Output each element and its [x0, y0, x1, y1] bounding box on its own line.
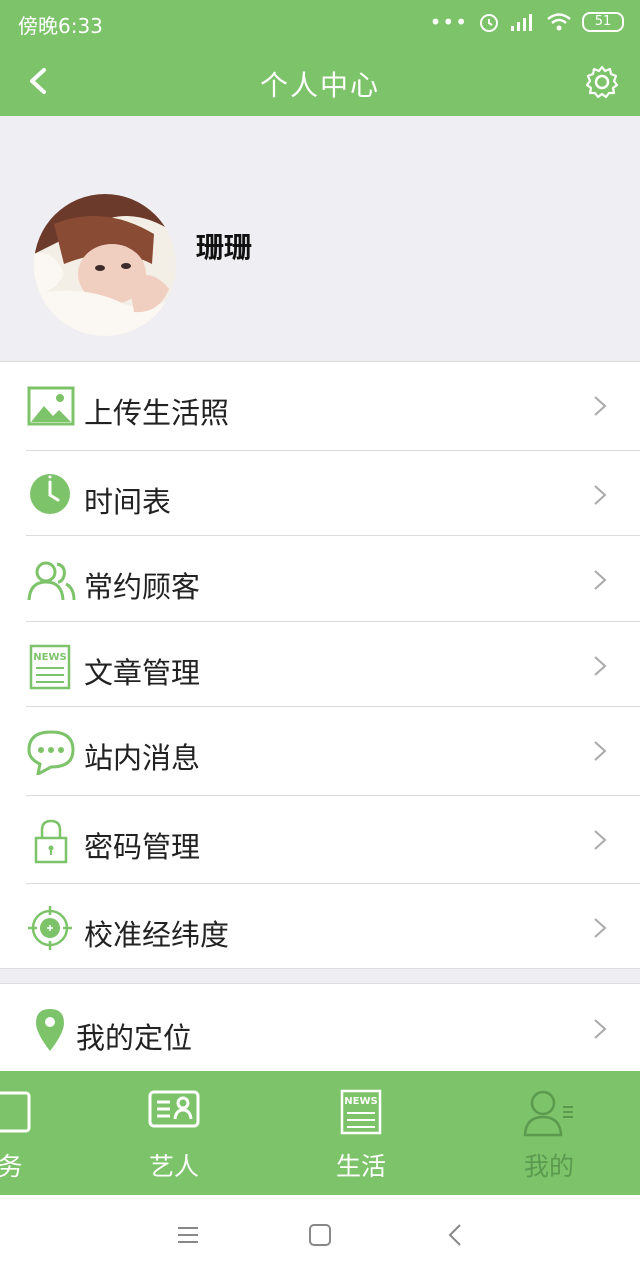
tab-service[interactable]: 务	[0, 1071, 70, 1195]
page-title: 个人中心	[259, 69, 380, 102]
bottom-tab-bar: 务 艺人 NEWS 生活 我的	[0, 1071, 640, 1195]
svg-text:NEWS: NEWS	[33, 652, 66, 663]
news-icon: NEWS	[340, 1089, 382, 1135]
alarm-icon	[480, 14, 498, 32]
target-icon	[28, 906, 72, 950]
wifi-icon	[547, 13, 571, 31]
tab-label: 我的	[523, 1152, 574, 1181]
menu-item-label: 时间表	[84, 485, 172, 519]
chevron-right-icon	[594, 1019, 607, 1039]
system-nav-bar	[0, 1195, 640, 1280]
menu-item-label: 上传生活照	[84, 396, 230, 430]
menu-item-regular-customers[interactable]: 常约顾客	[0, 536, 640, 622]
news-icon: NEWS	[29, 644, 71, 690]
lock-icon	[34, 819, 68, 864]
chevron-right-icon	[594, 485, 607, 505]
signal-icon	[511, 14, 532, 31]
menu-item-label: 我的定位	[76, 1021, 193, 1055]
menu-list: 上传生活照 时间表 常约顾客 NEWS 文章管理 站内消息 密码管理 校准经纬度	[0, 362, 640, 968]
svg-text:NEWS: NEWS	[344, 1096, 377, 1107]
clock-icon	[30, 474, 70, 514]
menu-item-label: 站内消息	[84, 741, 201, 775]
menu-item-schedule[interactable]: 时间表	[0, 451, 640, 536]
menu-item-label: 常约顾客	[84, 570, 201, 604]
section-gap	[0, 968, 640, 984]
avatar[interactable]	[34, 194, 176, 336]
tab-label: 生活	[335, 1152, 386, 1181]
chevron-right-icon	[594, 830, 607, 850]
menu-item-article-management[interactable]: NEWS 文章管理	[0, 622, 640, 707]
tab-mine[interactable]: 我的	[489, 1071, 609, 1195]
username: 珊珊	[196, 231, 253, 264]
tab-label: 艺人	[148, 1152, 199, 1181]
chevron-right-icon	[594, 918, 607, 938]
avatar-image	[34, 194, 176, 336]
tab-life[interactable]: NEWS 生活	[301, 1071, 421, 1195]
menu-item-label: 校准经纬度	[84, 918, 230, 952]
status-icons: ••• 51	[430, 10, 624, 34]
menu-icon[interactable]	[176, 1223, 200, 1247]
more-dots-icon: •••	[429, 10, 468, 34]
menu-item-messages[interactable]: 站内消息	[0, 707, 640, 796]
home-icon[interactable]	[308, 1223, 332, 1247]
menu-item-upload-photo[interactable]: 上传生活照	[0, 362, 640, 451]
artist-card-icon	[148, 1090, 200, 1128]
gear-icon[interactable]	[584, 64, 620, 100]
users-icon	[27, 561, 76, 601]
menu-item-calibrate-coordinates[interactable]: 校准经纬度	[0, 884, 640, 968]
menu-item-label: 文章管理	[84, 656, 201, 690]
chevron-right-icon	[594, 656, 607, 676]
status-time: 傍晚6:33	[18, 14, 103, 38]
status-bar: 傍晚6:33 ••• 51	[0, 0, 640, 46]
profile-header: 珊珊	[0, 116, 640, 362]
battery-indicator: 51	[582, 12, 624, 32]
chat-bubble-icon	[27, 730, 75, 775]
tab-label: 务	[0, 1152, 23, 1181]
nav-bar: 个人中心	[0, 46, 640, 116]
tab-artists[interactable]: 艺人	[114, 1071, 234, 1195]
profile-icon	[523, 1090, 573, 1137]
service-icon	[0, 1091, 31, 1133]
picture-icon	[27, 386, 75, 426]
chevron-right-icon	[594, 570, 607, 590]
back-icon[interactable]	[444, 1223, 468, 1247]
chevron-right-icon	[594, 741, 607, 761]
menu-item-password-management[interactable]: 密码管理	[0, 796, 640, 884]
chevron-right-icon	[594, 396, 607, 416]
location-pin-icon	[36, 1009, 64, 1051]
menu-item-my-location[interactable]: 我的定位	[0, 985, 640, 1071]
menu-item-label: 密码管理	[84, 830, 201, 864]
